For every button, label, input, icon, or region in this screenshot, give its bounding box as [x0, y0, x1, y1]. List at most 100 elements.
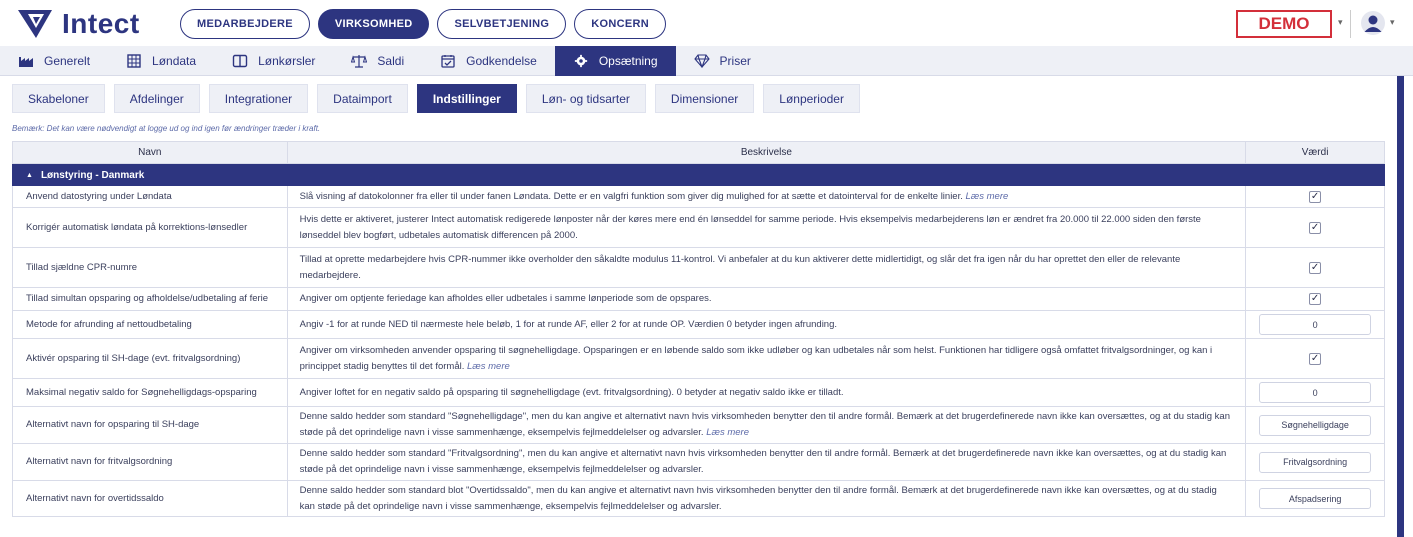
setting-value: ✓ — [1246, 186, 1384, 207]
setting-value: ✓ — [1246, 208, 1384, 247]
scrollbar[interactable] — [1397, 76, 1404, 537]
top-nav: MEDARBEJDERE VIRKSOMHED SELVBETJENING KO… — [180, 9, 666, 39]
brand-name: Intect — [62, 8, 140, 39]
setting-value: 0 — [1246, 311, 1384, 338]
setting-description: Angiver loftet for en negativ saldo på o… — [288, 379, 1247, 406]
setting-value: ✓ — [1246, 288, 1384, 310]
setting-description: Denne saldo hedder som standard blot "Ov… — [288, 481, 1247, 516]
tab-saldi[interactable]: Saldi — [333, 46, 422, 76]
rounding-input[interactable]: 0 — [1259, 314, 1372, 335]
subtab-lon-og-tidsarter[interactable]: Løn- og tidsarter — [525, 84, 646, 113]
table-row: Aktivér opsparing til SH-dage (evt. frit… — [12, 339, 1385, 379]
free-choice-name-input[interactable]: Fritvalgsordning — [1259, 451, 1372, 473]
chevron-down-icon[interactable]: ▾ — [1390, 17, 1395, 28]
table-row: Metode for afrunding af nettoudbetaling … — [12, 311, 1385, 339]
table-icon — [127, 54, 141, 68]
balance-scale-icon — [351, 55, 368, 68]
subtab-dataimport[interactable]: Dataimport — [317, 84, 408, 113]
setting-name: Maksimal negativ saldo for Søgnehelligda… — [13, 379, 288, 406]
page: Intect MEDARBEJDERE VIRKSOMHED SELVBETJE… — [0, 0, 1413, 537]
columns-icon — [232, 54, 248, 68]
intect-logo-icon — [18, 10, 52, 38]
setting-name: Alternativt navn for overtidssaldo — [13, 481, 288, 516]
read-more-link[interactable]: Læs mere — [966, 191, 1009, 202]
checkbox[interactable]: ✓ — [1309, 190, 1322, 203]
tab-label: Generelt — [44, 54, 91, 68]
table-row: Tillad simultan opsparing og afholdelse/… — [12, 288, 1385, 311]
tab-label: Saldi — [377, 54, 405, 68]
nav-virksomhed[interactable]: VIRKSOMHED — [317, 9, 430, 39]
setting-value: 0 — [1246, 379, 1384, 406]
setting-description: Tillad at oprette medarbejdere hvis CPR-… — [288, 248, 1247, 287]
table-header: Navn Beskrivelse Værdi — [12, 141, 1385, 164]
setting-name: Korrigér automatisk løndata på korrektio… — [13, 208, 288, 247]
tab-lonkorsler[interactable]: Lønkørsler — [214, 46, 333, 76]
checkbox[interactable]: ✓ — [1309, 261, 1322, 274]
info-note: Bemærk: Det kan være nødvendigt at logge… — [12, 124, 321, 133]
column-header-vaerdi[interactable]: Værdi — [1246, 142, 1384, 163]
tab-label: Løndata — [152, 54, 197, 68]
calendar-check-icon — [441, 55, 455, 68]
setting-description: Angiver om optjente feriedage kan afhold… — [288, 288, 1247, 310]
setting-name: Tillad sjældne CPR-numre — [13, 248, 288, 287]
overtime-name-input[interactable]: Afspadsering — [1259, 488, 1372, 509]
main-tabs: Generelt Løndata Lønkørsler Saldi Godken… — [0, 46, 1413, 76]
tab-label: Opsætning — [598, 54, 658, 68]
setting-description: Denne saldo hedder som standard "Fritval… — [288, 444, 1247, 480]
max-negative-balance-input[interactable]: 0 — [1259, 382, 1372, 403]
table-row: Tillad sjældne CPR-numre Tillad at opret… — [12, 248, 1385, 288]
gear-icon — [574, 54, 587, 68]
table-row: Alternativt navn for fritvalgsordning De… — [12, 444, 1385, 481]
tab-label: Lønkørsler — [258, 54, 316, 68]
factory-icon — [19, 57, 33, 67]
group-header[interactable]: ▲ Lønstyring - Danmark — [12, 164, 1385, 186]
tab-godkendelse[interactable]: Godkendelse — [422, 46, 555, 76]
subtab-dimensioner[interactable]: Dimensioner — [654, 84, 755, 113]
column-header-beskrivelse[interactable]: Beskrivelse — [288, 142, 1247, 163]
tab-label: Priser — [719, 54, 751, 68]
setting-value: Afspadsering — [1246, 481, 1384, 516]
user-avatar-icon[interactable] — [1361, 11, 1385, 35]
brand-logo[interactable]: Intect — [16, 8, 140, 40]
nav-koncern[interactable]: KONCERN — [574, 9, 666, 39]
setting-value: ✓ — [1246, 248, 1384, 287]
nav-medarbejdere[interactable]: MEDARBEJDERE — [180, 9, 310, 39]
table-row: Maksimal negativ saldo for Søgnehelligda… — [12, 379, 1385, 407]
tab-label: Godkendelse — [466, 54, 537, 68]
read-more-link[interactable]: Læs mere — [706, 427, 749, 438]
nav-selvbetjening[interactable]: SELVBETJENING — [437, 9, 567, 39]
setting-description: Slå visning af datokolonner fra eller ti… — [288, 186, 1247, 207]
subtab-indstillinger[interactable]: Indstillinger — [416, 84, 517, 113]
subtab-lonperioder[interactable]: Lønperioder — [763, 84, 860, 113]
table-row: Anvend datostyring under Løndata Slå vis… — [12, 186, 1385, 208]
table-row: Alternativt navn for opsparing til SH-da… — [12, 407, 1385, 444]
tab-londata[interactable]: Løndata — [108, 46, 214, 76]
setting-name: Tillad simultan opsparing og afholdelse/… — [13, 288, 288, 310]
chevron-down-icon[interactable]: ▾ — [1338, 17, 1343, 28]
setting-name: Alternativt navn for opsparing til SH-da… — [13, 407, 288, 443]
tab-generelt[interactable]: Generelt — [0, 46, 108, 76]
settings-table: Navn Beskrivelse Værdi ▲ Lønstyring - Da… — [12, 141, 1385, 517]
setting-description: Denne saldo hedder som standard "Søgnehe… — [288, 407, 1247, 443]
setting-name: Aktivér opsparing til SH-dage (evt. frit… — [13, 339, 288, 378]
table-row: Korrigér automatisk løndata på korrektio… — [12, 208, 1385, 248]
sh-days-name-input[interactable]: Søgnehelligdage — [1259, 414, 1372, 436]
subtab-afdelinger[interactable]: Afdelinger — [113, 84, 200, 113]
sub-tabs: Skabeloner Afdelinger Integrationer Data… — [12, 84, 860, 113]
tab-opsaetning[interactable]: Opsætning — [554, 46, 676, 76]
setting-description: Angiv -1 for at runde NED til nærmeste h… — [288, 311, 1247, 338]
top-bar: Intect MEDARBEJDERE VIRKSOMHED SELVBETJE… — [0, 0, 1413, 46]
setting-description: Hvis dette er aktiveret, justerer Intect… — [288, 208, 1247, 247]
tab-priser[interactable]: Priser — [676, 46, 769, 76]
read-more-link[interactable]: Læs mere — [467, 361, 510, 372]
setting-name: Anvend datostyring under Løndata — [13, 186, 288, 207]
checkbox[interactable]: ✓ — [1309, 221, 1322, 234]
diamond-icon — [693, 54, 710, 68]
checkbox[interactable]: ✓ — [1309, 352, 1322, 365]
demo-badge[interactable]: DEMO — [1236, 10, 1332, 38]
subtab-integrationer[interactable]: Integrationer — [208, 84, 309, 113]
caret-up-icon: ▲ — [26, 171, 33, 179]
subtab-skabeloner[interactable]: Skabeloner — [12, 84, 105, 113]
checkbox[interactable]: ✓ — [1309, 293, 1322, 305]
column-header-navn[interactable]: Navn — [13, 142, 288, 163]
